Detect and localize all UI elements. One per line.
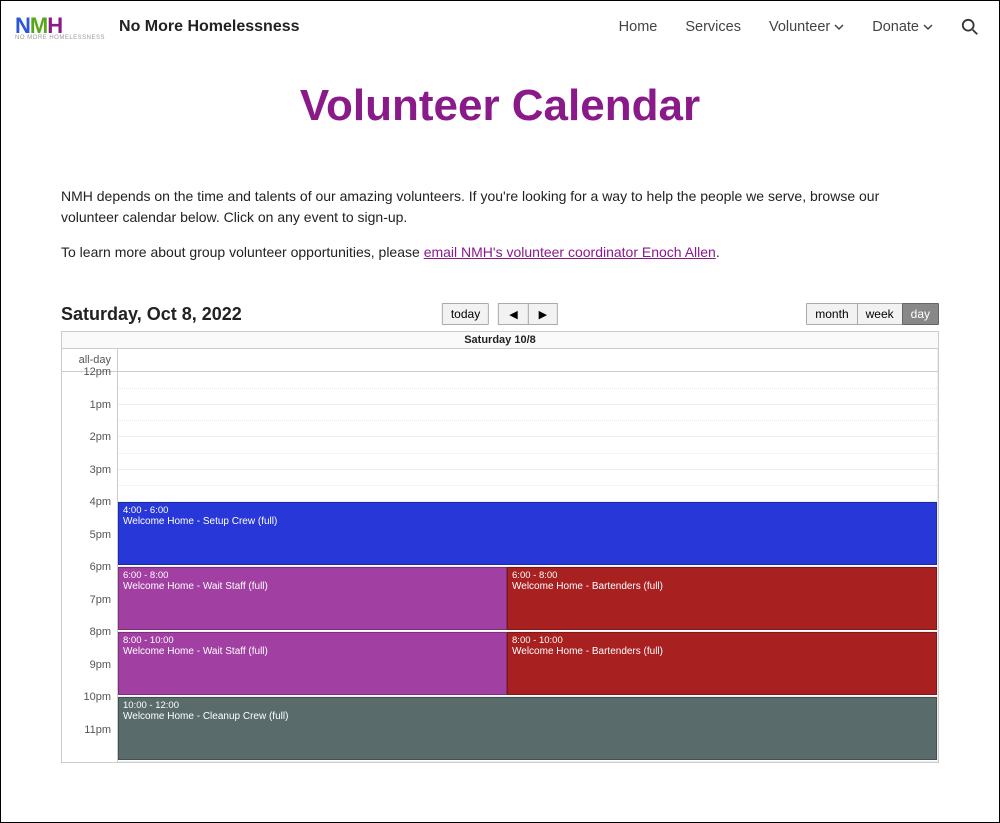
intro-paragraph-1: NMH depends on the time and talents of o… [61, 186, 939, 228]
events-layer: 4:00 - 6:00 Welcome Home - Setup Crew (f… [118, 372, 937, 762]
coordinator-email-link[interactable]: email NMH's volunteer coordinator Enoch … [424, 244, 716, 260]
calendar-grid: Saturday 10/8 all-day 12pm 1pm 2pm 3pm 4… [61, 331, 939, 763]
site-name: No More Homelessness [119, 18, 300, 36]
event-time: 6:00 - 8:00 [123, 570, 502, 581]
hour-label: 5pm [62, 529, 117, 562]
hour-label: 11pm [62, 724, 117, 757]
event-name: Welcome Home - Wait Staff (full) [123, 581, 502, 592]
search-icon[interactable] [961, 18, 979, 36]
event-name: Welcome Home - Bartenders (full) [512, 581, 932, 592]
event-bartenders-1[interactable]: 6:00 - 8:00 Welcome Home - Bartenders (f… [507, 567, 937, 630]
hour-label: 2pm [62, 431, 117, 464]
nav-home-label: Home [619, 19, 658, 35]
event-name: Welcome Home - Setup Crew (full) [123, 516, 932, 527]
event-wait-staff-1[interactable]: 6:00 - 8:00 Welcome Home - Wait Staff (f… [118, 567, 507, 630]
intro-text: To learn more about group volunteer oppo… [61, 244, 424, 260]
hour-label: 1pm [62, 399, 117, 432]
hour-label: 10pm [62, 691, 117, 724]
view-switcher: month week day [807, 303, 939, 325]
event-time: 4:00 - 6:00 [123, 505, 932, 516]
allday-cell[interactable] [118, 349, 938, 371]
view-week-button[interactable]: week [857, 303, 903, 325]
nav-donate[interactable]: Donate [872, 19, 933, 35]
nav-donate-label: Donate [872, 19, 919, 35]
logo[interactable]: NMH NO MORE HOMELESSNESS No More Homeles… [15, 13, 300, 41]
event-wait-staff-2[interactable]: 8:00 - 10:00 Welcome Home - Wait Staff (… [118, 632, 507, 695]
event-time: 6:00 - 8:00 [512, 570, 932, 581]
hour-label: 4pm [62, 496, 117, 529]
nav-home[interactable]: Home [619, 19, 658, 35]
event-time: 8:00 - 10:00 [512, 635, 932, 646]
chevron-down-icon [834, 22, 844, 32]
event-name: Welcome Home - Wait Staff (full) [123, 646, 502, 657]
hour-labels: 12pm 1pm 2pm 3pm 4pm 5pm 6pm 7pm 8pm 9pm… [62, 372, 118, 762]
site-header: NMH NO MORE HOMELESSNESS No More Homeles… [1, 1, 999, 53]
prev-button[interactable]: ◀ [498, 303, 528, 325]
next-button[interactable]: ▶ [528, 303, 558, 325]
calendar-date-label: Saturday, Oct 8, 2022 [61, 304, 242, 325]
event-time: 10:00 - 12:00 [123, 700, 932, 711]
hour-label: 12pm [62, 366, 117, 399]
event-time: 8:00 - 10:00 [123, 635, 502, 646]
intro-paragraph-2: To learn more about group volunteer oppo… [61, 242, 939, 263]
day-column-header: Saturday 10/8 [62, 332, 938, 349]
nav-services[interactable]: Services [685, 19, 741, 35]
event-bartenders-2[interactable]: 8:00 - 10:00 Welcome Home - Bartenders (… [507, 632, 937, 695]
page-title: Volunteer Calendar [61, 81, 939, 131]
nav-volunteer-label: Volunteer [769, 19, 830, 35]
hour-label: 9pm [62, 659, 117, 692]
event-setup-crew[interactable]: 4:00 - 6:00 Welcome Home - Setup Crew (f… [118, 502, 937, 565]
nav-volunteer[interactable]: Volunteer [769, 19, 844, 35]
hour-label: 3pm [62, 464, 117, 497]
calendar-toolbar: Saturday, Oct 8, 2022 today ◀ ▶ month we… [61, 303, 939, 325]
nav-services-label: Services [685, 19, 741, 35]
intro-text-end: . [716, 244, 720, 260]
chevron-down-icon [923, 22, 933, 32]
calendar: Saturday, Oct 8, 2022 today ◀ ▶ month we… [61, 303, 939, 763]
hour-label: 8pm [62, 626, 117, 659]
allday-row: all-day [62, 349, 938, 372]
hour-label: 7pm [62, 594, 117, 627]
event-cleanup-crew[interactable]: 10:00 - 12:00 Welcome Home - Cleanup Cre… [118, 697, 937, 760]
view-day-button[interactable]: day [902, 303, 939, 325]
event-name: Welcome Home - Bartenders (full) [512, 646, 932, 657]
view-month-button[interactable]: month [806, 303, 857, 325]
hour-label: 6pm [62, 561, 117, 594]
today-button[interactable]: today [442, 303, 489, 325]
top-nav: Home Services Volunteer Donate [619, 18, 979, 36]
event-name: Welcome Home - Cleanup Crew (full) [123, 711, 932, 722]
